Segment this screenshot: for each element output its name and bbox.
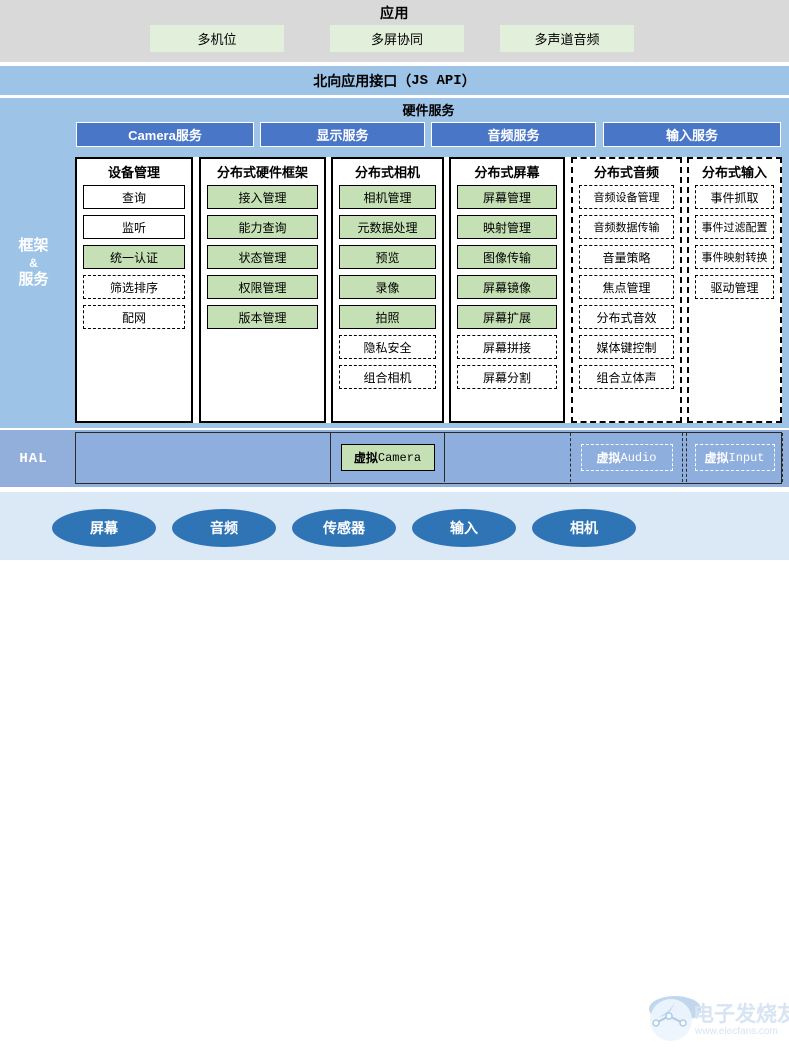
api-label-prefix: 北向应用接口（ [313, 72, 412, 89]
hal-box-virtual-audio[interactable]: 虚拟 Audio [580, 444, 673, 471]
service-button-camera[interactable]: Camera服务 [76, 122, 254, 147]
item-version-management[interactable]: 版本管理 [207, 305, 318, 329]
driver-node-audio[interactable]: 音频 [172, 509, 276, 547]
item-unified-auth[interactable]: 统一认证 [83, 245, 185, 269]
item-audio-data-transfer[interactable]: 音频数据传输 [579, 215, 674, 239]
hal-area: 虚拟 Camera 虚拟 Audio 虚拟 Input [75, 432, 783, 484]
application-layer-title: 应用 [380, 5, 409, 21]
column-items: 屏幕管理 映射管理 图像传输 屏幕镜像 屏幕扩展 屏幕拼接 屏幕分割 [451, 185, 563, 389]
column-items: 音频设备管理 音频数据传输 音量策略 焦点管理 分布式音效 媒体键控制 组合立体… [573, 185, 680, 389]
item-capability-query[interactable]: 能力查询 [207, 215, 318, 239]
item-listen[interactable]: 监听 [83, 215, 185, 239]
item-image-transfer[interactable]: 图像传输 [457, 245, 557, 269]
item-event-filter-config[interactable]: 事件过滤配置 [695, 215, 774, 239]
item-screen-splice[interactable]: 屏幕拼接 [457, 335, 557, 359]
app-box-multi-screen[interactable]: 多屏协同 [330, 25, 464, 52]
framework-side-label-line1: 框架 [18, 236, 49, 254]
item-state-management[interactable]: 状态管理 [207, 245, 318, 269]
item-preview[interactable]: 预览 [339, 245, 436, 269]
item-record[interactable]: 录像 [339, 275, 436, 299]
hal-box-virtual-input[interactable]: 虚拟 Input [694, 444, 775, 471]
item-screen-mirror[interactable]: 屏幕镜像 [457, 275, 557, 299]
driver-node-screen[interactable]: 屏幕 [52, 509, 156, 547]
watermark-text: 电子发烧友 [693, 1003, 789, 1026]
column-device-management: 设备管理 查询 监听 统一认证 筛选排序 配网 [75, 157, 193, 423]
service-button-audio[interactable]: 音频服务 [431, 122, 596, 147]
app-box-multi-channel-audio[interactable]: 多声道音频 [500, 25, 634, 52]
service-button-input[interactable]: 输入服务 [603, 122, 781, 147]
item-network-config[interactable]: 配网 [83, 305, 185, 329]
hal-box-virtual-camera-en: Camera [377, 450, 422, 465]
column-header: 分布式相机 [354, 165, 420, 180]
framework-columns-area: 设备管理 查询 监听 统一认证 筛选排序 配网 分布式硬件框架 接入管理 能力查… [75, 157, 782, 423]
framework-side-label-line2: 服务 [18, 270, 49, 288]
column-header: 设备管理 [107, 165, 160, 180]
item-volume-policy[interactable]: 音量策略 [579, 245, 674, 269]
column-items: 事件抓取 事件过滤配置 事件映射转换 驱动管理 [689, 185, 780, 299]
item-screen-split[interactable]: 屏幕分割 [457, 365, 557, 389]
item-distributed-audio-effect[interactable]: 分布式音效 [579, 305, 674, 329]
hal-cell-audio: 虚拟 Audio [570, 433, 683, 482]
column-distributed-screen: 分布式屏幕 屏幕管理 映射管理 图像传输 屏幕镜像 屏幕扩展 屏幕拼接 屏幕分割 [449, 157, 565, 423]
hal-box-virtual-input-en: Input [728, 450, 765, 465]
column-distributed-audio: 分布式音频 音频设备管理 音频数据传输 音量策略 焦点管理 分布式音效 媒体键控… [571, 157, 682, 423]
item-event-mapping-transform[interactable]: 事件映射转换 [695, 245, 774, 269]
hardware-services-block: 硬件服务 Camera服务 显示服务 音频服务 输入服务 [76, 100, 781, 153]
hal-box-virtual-camera-cn: 虚拟 [353, 451, 378, 465]
item-screen-extend[interactable]: 屏幕扩展 [457, 305, 557, 329]
item-driver-management[interactable]: 驱动管理 [695, 275, 774, 299]
column-items: 相机管理 元数据处理 预览 录像 拍照 隐私安全 组合相机 [333, 185, 442, 389]
item-screen-management[interactable]: 屏幕管理 [457, 185, 557, 209]
item-metadata-process[interactable]: 元数据处理 [339, 215, 436, 239]
hardware-services-title: 硬件服务 [402, 103, 455, 118]
hal-box-virtual-audio-en: Audio [620, 450, 657, 465]
item-audio-device-management[interactable]: 音频设备管理 [579, 185, 674, 209]
item-photo[interactable]: 拍照 [339, 305, 436, 329]
app-box-multi-camera[interactable]: 多机位 [150, 25, 284, 52]
driver-node-sensor[interactable]: 传感器 [292, 509, 396, 547]
item-media-key-control[interactable]: 媒体键控制 [579, 335, 674, 359]
framework-side-label: 框架 & 服务 [0, 98, 67, 428]
watermark: 电子发烧友 www.elecfans.com [645, 992, 789, 1048]
item-combined-stereo[interactable]: 组合立体声 [579, 365, 674, 389]
item-mapping-management[interactable]: 映射管理 [457, 215, 557, 239]
column-distributed-camera: 分布式相机 相机管理 元数据处理 预览 录像 拍照 隐私安全 组合相机 [331, 157, 444, 423]
northbound-api-layer: 北向应用接口（ JS API） [0, 66, 789, 95]
column-header: 分布式屏幕 [474, 165, 540, 180]
hal-cell-camera: 虚拟 Camera [330, 433, 445, 482]
item-event-capture[interactable]: 事件抓取 [695, 185, 774, 209]
watermark-url: www.elecfans.com [695, 1026, 778, 1037]
item-camera-management[interactable]: 相机管理 [339, 185, 436, 209]
item-filter-sort[interactable]: 筛选排序 [83, 275, 185, 299]
hal-box-virtual-input-cn: 虚拟 [704, 451, 729, 465]
framework-side-label-amp: & [29, 255, 38, 270]
item-permission-management[interactable]: 权限管理 [207, 275, 318, 299]
hal-side-label: HAL [0, 430, 67, 487]
column-header: 分布式输入 [701, 165, 767, 180]
item-access-management[interactable]: 接入管理 [207, 185, 318, 209]
item-privacy-security[interactable]: 隐私安全 [339, 335, 436, 359]
hal-box-virtual-camera[interactable]: 虚拟 Camera [340, 444, 435, 471]
hal-box-virtual-audio-cn: 虚拟 [596, 451, 621, 465]
column-distributed-hardware-framework: 分布式硬件框架 接入管理 能力查询 状态管理 权限管理 版本管理 [199, 157, 326, 423]
service-button-display[interactable]: 显示服务 [260, 122, 425, 147]
driver-node-input[interactable]: 输入 [412, 509, 516, 547]
application-layer: 应用 多机位 多屏协同 多声道音频 [0, 0, 789, 62]
item-combined-camera[interactable]: 组合相机 [339, 365, 436, 389]
hal-body: 虚拟 Camera 虚拟 Audio 虚拟 Input [67, 430, 789, 487]
hal-cell-input: 虚拟 Input [686, 433, 783, 482]
column-distributed-input: 分布式输入 事件抓取 事件过滤配置 事件映射转换 驱动管理 [687, 157, 782, 423]
column-items: 查询 监听 统一认证 筛选排序 配网 [77, 185, 191, 329]
driver-layer: 屏幕 音频 传感器 输入 相机 电子发烧友 www.elecfans.com [0, 492, 789, 1041]
column-items: 接入管理 能力查询 状态管理 权限管理 版本管理 [201, 185, 324, 329]
item-query[interactable]: 查询 [83, 185, 185, 209]
api-label-jsapi: JS API [411, 72, 462, 89]
column-header: 分布式音频 [593, 165, 659, 180]
framework-body: 硬件服务 Camera服务 显示服务 音频服务 输入服务 设备管理 查询 监听 … [67, 98, 789, 428]
api-label-suffix: ） [461, 72, 476, 89]
item-focus-management[interactable]: 焦点管理 [579, 275, 674, 299]
driver-node-camera[interactable]: 相机 [532, 509, 636, 547]
column-header: 分布式硬件框架 [216, 165, 308, 180]
